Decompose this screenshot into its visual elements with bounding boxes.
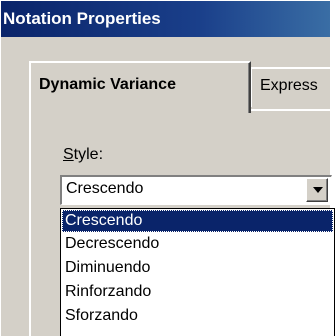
tab-strip: Dynamic Variance Express (1, 61, 330, 113)
style-dropdown-list: Crescendo Decrescendo Diminuendo Rinforz… (60, 208, 335, 336)
style-label-mnemonic: S (63, 146, 74, 163)
option-sforzando[interactable]: Sforzando (62, 305, 333, 327)
window-title: Notation Properties (1, 1, 330, 37)
style-combobox[interactable]: Crescendo (60, 175, 332, 205)
tab-dynamic-variance[interactable]: Dynamic Variance (29, 61, 251, 113)
option-diminuendo[interactable]: Diminuendo (62, 257, 333, 279)
option-decrescendo[interactable]: Decrescendo (62, 233, 333, 255)
chevron-down-icon (313, 187, 323, 193)
style-dropdown-button[interactable] (306, 178, 328, 202)
style-label: Style: (63, 146, 103, 164)
option-rinforzando[interactable]: Rinforzando (62, 281, 333, 303)
option-crescendo[interactable]: Crescendo (62, 210, 333, 232)
style-combobox-value: Crescendo (66, 180, 144, 197)
tab-express[interactable]: Express (251, 67, 330, 107)
style-label-text: tyle: (73, 146, 104, 163)
